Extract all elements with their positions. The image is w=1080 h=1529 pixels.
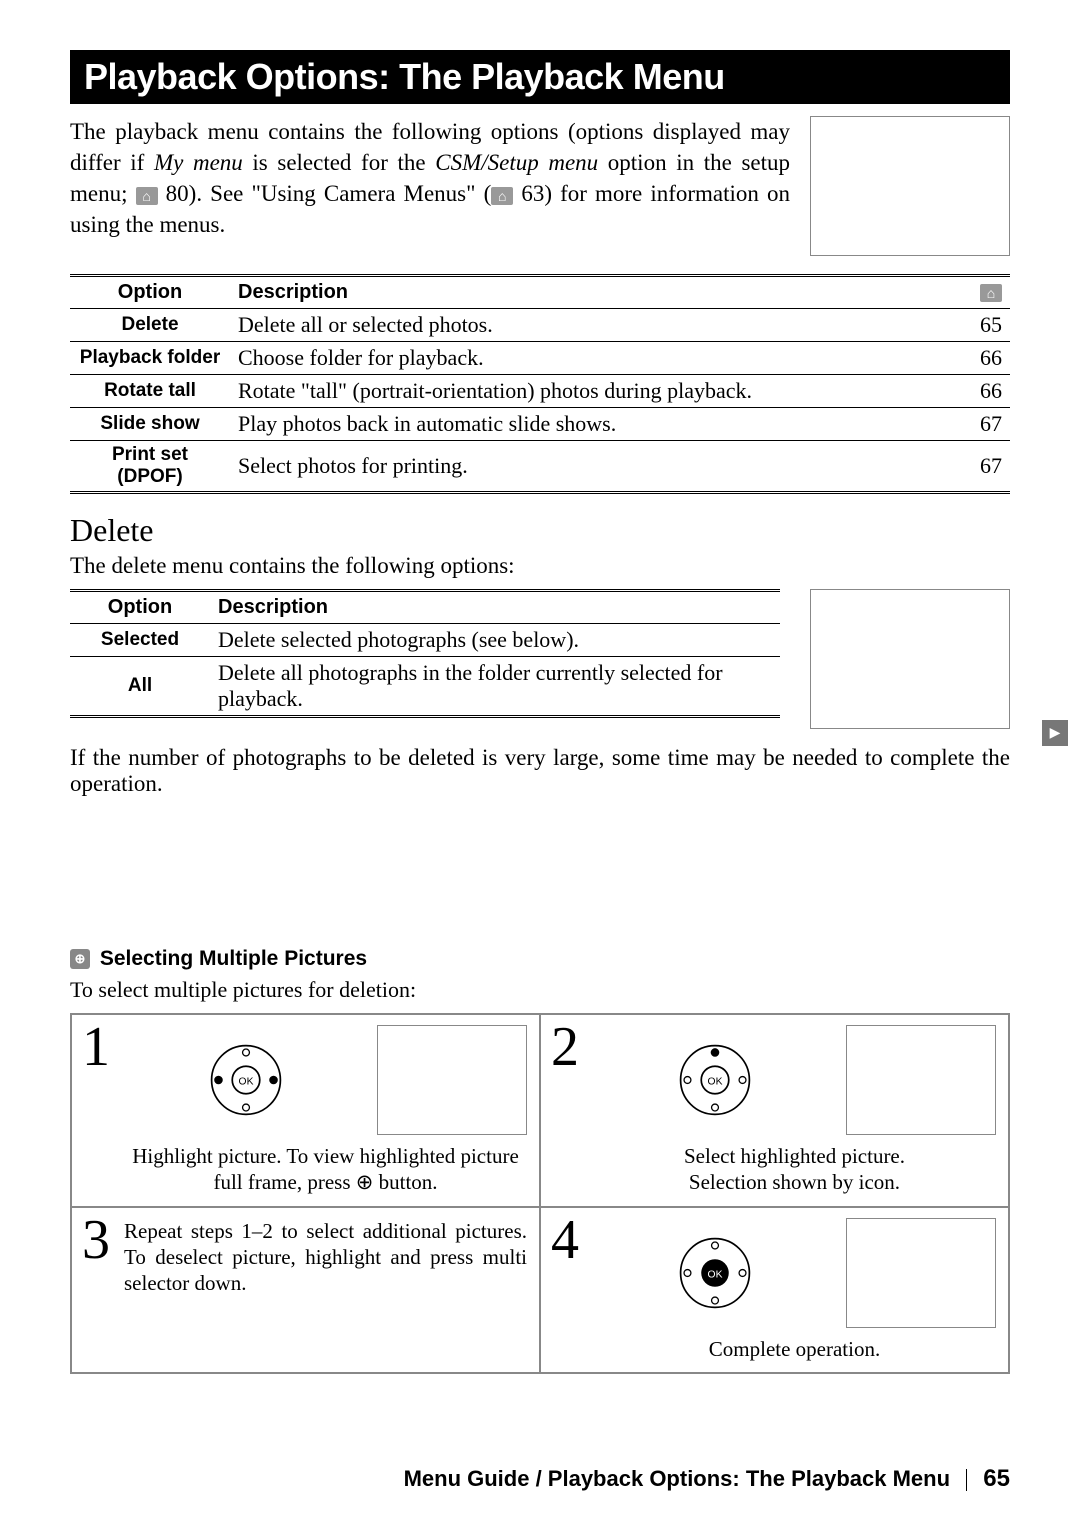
col-option: Option (70, 276, 230, 309)
opt-name: Playback folder (70, 342, 230, 375)
caption-part-b: button. (373, 1170, 437, 1194)
playback-menu-screenshot (810, 116, 1010, 256)
confirm-delete-screenshot (846, 1218, 996, 1328)
page-ref-icon: ⌂ (136, 187, 158, 205)
opt-name: Print set (DPOF) (70, 441, 230, 493)
step-number: 4 (551, 1212, 579, 1268)
step-3: 3 Repeat steps 1–2 to select additional … (71, 1207, 540, 1373)
zoom-icon: ⊕ (70, 949, 90, 969)
multi-selector-up-icon: OK (672, 1037, 758, 1123)
opt-desc: Delete all photographs in the folder cur… (210, 657, 780, 717)
section-title: Playback Options: The Playback Menu (70, 50, 1010, 104)
footer-separator (966, 1469, 967, 1491)
step-2: 2 OK Select highlighted picture. (540, 1014, 1009, 1207)
playback-options-table: Option Description ⌂ Delete Delete all o… (70, 274, 1010, 494)
intro-italic-2: CSM/Setup menu (435, 150, 598, 175)
callout-title-text: Selecting Multiple Pictures (100, 947, 367, 970)
opt-name: Slide show (70, 408, 230, 441)
callout-intro: To select multiple pictures for deletion… (70, 977, 1010, 1003)
intro-paragraph: The playback menu contains the following… (70, 116, 790, 256)
page-header-icon: ⌂ (980, 284, 1002, 302)
table-row: Delete Delete all or selected photos. 65 (70, 309, 1010, 342)
step-4: 4 OK Complete operation. (540, 1207, 1009, 1373)
thumbnail-grid-screenshot (377, 1025, 527, 1135)
page-ref-icon: ⌂ (491, 187, 513, 205)
table-row: Rotate tall Rotate "tall" (portrait-orie… (70, 375, 1010, 408)
table-row: Slide show Play photos back in automatic… (70, 408, 1010, 441)
opt-page: 66 (970, 375, 1010, 408)
step-4-caption: Complete operation. (593, 1336, 996, 1362)
caption-line-2: Selection shown by icon. (689, 1170, 900, 1194)
svg-text:OK: OK (707, 1076, 722, 1087)
step-number: 2 (551, 1019, 579, 1075)
opt-page: 66 (970, 342, 1010, 375)
step-1: 1 OK Highlight picture. To view (71, 1014, 540, 1207)
page-number: 65 (983, 1465, 1010, 1492)
selection-icon-screenshot (846, 1025, 996, 1135)
delete-heading: Delete (70, 512, 1010, 549)
step-1-caption: Highlight picture. To view highlighted p… (124, 1143, 527, 1196)
intro-text-2: is selected for the (243, 150, 435, 175)
table-row: Playback folder Choose folder for playba… (70, 342, 1010, 375)
col-description: Description (230, 276, 970, 309)
col-description: Description (210, 591, 780, 624)
opt-name: Rotate tall (70, 375, 230, 408)
intro-ref-1: 80). See "Using Camera Menus" ( (166, 181, 492, 206)
zoom-button-icon: ⊕ (356, 1170, 374, 1194)
opt-name: Delete (70, 309, 230, 342)
opt-desc: Delete all or selected photos. (230, 309, 970, 342)
table-row: Print set (DPOF) Select photos for print… (70, 441, 1010, 493)
opt-desc: Select photos for printing. (230, 441, 970, 493)
table-row: Selected Delete selected photographs (se… (70, 624, 780, 657)
opt-page: 67 (970, 441, 1010, 493)
opt-desc: Delete selected photographs (see below). (210, 624, 780, 657)
playback-tab-icon: ▶ (1042, 720, 1068, 746)
multi-selector-left-right-icon: OK (203, 1037, 289, 1123)
footer-breadcrumb: Menu Guide / Playback Options: The Playb… (404, 1466, 950, 1491)
caption-part-a: Highlight picture. To view highlighted p… (132, 1144, 519, 1194)
step-2-caption: Select highlighted picture. Selection sh… (593, 1143, 996, 1196)
col-page-icon: ⌂ (970, 276, 1010, 309)
caption-line-1: Select highlighted picture. (684, 1144, 905, 1168)
step-number: 1 (82, 1019, 110, 1075)
step-number: 3 (82, 1212, 110, 1268)
opt-desc: Choose folder for playback. (230, 342, 970, 375)
opt-desc: Play photos back in automatic slide show… (230, 408, 970, 441)
delete-menu-screenshot (810, 589, 1010, 729)
page-footer: Menu Guide / Playback Options: The Playb… (70, 1465, 1010, 1493)
step-3-body: Repeat steps 1–2 to select additional pi… (124, 1218, 527, 1297)
steps-grid: 1 OK Highlight picture. To view (70, 1013, 1010, 1374)
opt-page: 67 (970, 408, 1010, 441)
svg-text:OK: OK (707, 1269, 722, 1280)
delete-options-table: Option Description Selected Delete selec… (70, 589, 780, 718)
delete-note: If the number of photographs to be delet… (70, 745, 1010, 797)
svg-text:OK: OK (238, 1076, 253, 1087)
multi-selector-ok-icon: OK (672, 1230, 758, 1316)
opt-name: All (70, 657, 210, 717)
intro-italic-1: My menu (154, 150, 243, 175)
delete-intro: The delete menu contains the following o… (70, 553, 1010, 579)
opt-desc: Rotate "tall" (portrait-orientation) pho… (230, 375, 970, 408)
opt-page: 65 (970, 309, 1010, 342)
callout-heading: ⊕ Selecting Multiple Pictures (70, 947, 1010, 971)
opt-name: Selected (70, 624, 210, 657)
table-row: All Delete all photographs in the folder… (70, 657, 780, 717)
col-option: Option (70, 591, 210, 624)
